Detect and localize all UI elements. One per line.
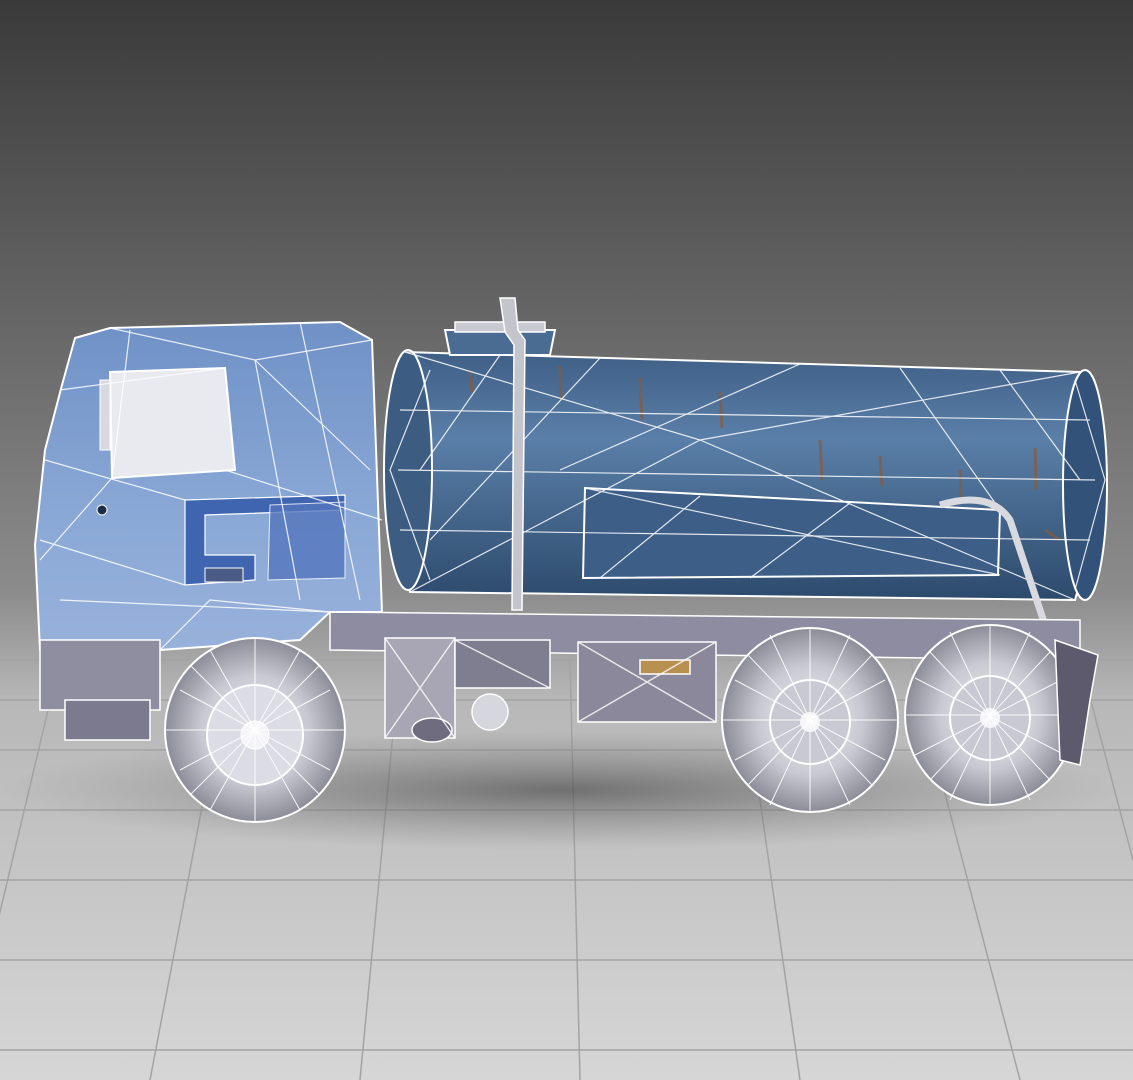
fuel-cap [471,693,509,731]
front-wheel [164,637,346,823]
truck-render [0,0,1133,1080]
rear-wheel-2 [904,624,1076,806]
render-viewport [0,0,1133,1080]
rear-wheel-1 [721,627,899,813]
